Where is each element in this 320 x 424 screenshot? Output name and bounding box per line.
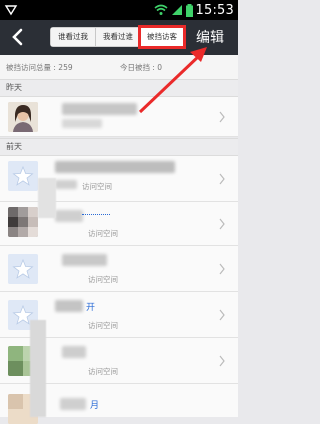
blocked-total: 被挡访问总量 : 259: [6, 63, 73, 72]
battery-icon: [185, 3, 193, 17]
top-nav-bar: 谁看过我 我看过谁 被挡访客 编辑: [0, 20, 238, 55]
visit-type: 访问空间: [88, 229, 118, 238]
visit-type: 访问空间: [88, 321, 118, 330]
chevron-right-icon: [219, 355, 225, 367]
name-link-trail: [82, 214, 110, 215]
blurred-name: [55, 300, 83, 312]
privacy-mosaic: [30, 320, 46, 417]
section-header-day-before: 前天: [0, 138, 238, 156]
chevron-right-icon: [219, 173, 225, 185]
visit-type: 访问空间: [88, 275, 118, 284]
blurred-name: [62, 346, 86, 358]
wifi-icon: [154, 4, 168, 15]
clock: 15:53: [195, 2, 234, 18]
name-fragment: 月: [90, 401, 100, 411]
tab-who-viewed-me[interactable]: 谁看过我: [51, 28, 96, 46]
block-summary: 被挡访问总量 : 259 今日被挡 : 0: [0, 55, 238, 79]
signal-icon: [171, 5, 182, 15]
tab-blocked-visitors[interactable]: 被挡访客: [138, 25, 186, 49]
section-header-yesterday: 昨天: [0, 79, 238, 97]
privacy-mosaic: [38, 178, 56, 218]
blurred-detail: [62, 119, 102, 128]
app-notification-icon: [4, 5, 18, 16]
list-item[interactable]: 访问空间: [0, 202, 238, 246]
default-avatar-star-icon: [8, 161, 38, 191]
avatar: [8, 254, 38, 284]
blurred-detail: [55, 180, 77, 189]
chevron-left-icon[interactable]: [8, 26, 28, 48]
avatar: [8, 207, 38, 237]
chevron-right-icon: [219, 309, 225, 321]
blurred-name: [55, 210, 83, 222]
blocked-today: 今日被挡 : 0: [120, 63, 163, 72]
visit-type: 访问空间: [88, 367, 118, 376]
blurred-name: [62, 103, 137, 115]
list-item[interactable]: 访问空间: [0, 156, 238, 202]
edit-button[interactable]: 编辑: [196, 27, 224, 47]
avatar: [8, 161, 38, 191]
chevron-right-icon: [219, 111, 225, 123]
tab-who-i-viewed[interactable]: 我看过谁: [96, 28, 141, 46]
visit-type: 访问空间: [82, 182, 112, 191]
avatar: [8, 102, 38, 132]
chevron-right-icon: [219, 263, 225, 275]
chevron-right-icon: [219, 218, 225, 230]
name-fragment: 开: [86, 303, 96, 313]
default-avatar-star-icon: [8, 254, 38, 284]
blurred-name: [62, 254, 107, 266]
list-item[interactable]: [0, 97, 238, 137]
visitor-tabs: 谁看过我 我看过谁 被挡访客: [50, 25, 186, 49]
blurred-name: [60, 398, 86, 410]
status-bar: 15:53: [0, 0, 238, 20]
blurred-name: [55, 161, 175, 173]
list-item[interactable]: 访问空间: [0, 246, 238, 292]
